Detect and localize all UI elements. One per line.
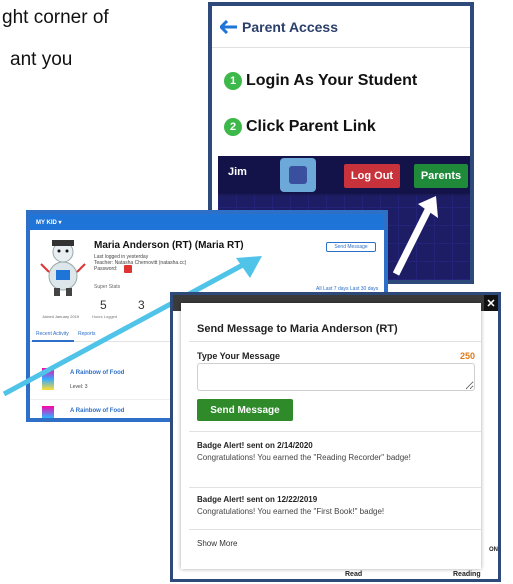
parent-access-header: Parent Access [212,6,470,48]
step-number-badge: 1 [224,72,242,90]
step-number-badge: 2 [224,118,242,136]
parents-button[interactable]: Parents [414,164,468,188]
message-body: Congratulations! You earned the "Reading… [197,453,411,462]
send-message-button[interactable]: Send Message [326,242,376,252]
step-login-as-student: 1 Login As Your Student [224,72,417,90]
divider [189,431,481,432]
close-icon[interactable]: ✕ [484,295,498,311]
page-title: Parent Access [242,18,338,35]
message-title: Badge Alert! sent on 12/22/2019 [197,495,318,504]
background-label: Reading [453,571,481,578]
message-body: Congratulations! You earned the "First B… [197,507,385,516]
student-avatar[interactable] [280,158,316,192]
send-message-modal: Send Message to Maria Anderson (RT) Type… [170,292,501,582]
student-name: Maria Anderson (RT) (Maria RT) [94,240,244,251]
pointer-arrow-icon [392,196,438,276]
document-text-line: ght corner of [2,7,109,28]
student-name: Jim [228,166,247,178]
book-title[interactable]: A Rainbow of Food [70,408,124,414]
background-label: Read [345,571,363,578]
divider [189,341,481,342]
send-message-button[interactable]: Send Message [197,399,293,421]
book-cover [42,406,54,418]
logout-button[interactable]: Log Out [344,164,400,188]
show-more-link[interactable]: Show More [197,539,237,548]
message-title: Badge Alert! sent on 2/14/2020 [197,441,313,450]
my-kid-menu[interactable]: MY KID ▾ [30,214,384,230]
back-arrow-icon[interactable] [220,19,238,34]
step-label: Click Parent Link [246,118,376,135]
divider [189,487,481,488]
step-label: Login As Your Student [246,72,418,89]
divider [189,529,481,530]
character-count: 250 [459,351,475,361]
document-text-line: ant you [10,49,73,70]
message-input[interactable] [197,363,475,391]
message-card: Send Message to Maria Anderson (RT) Type… [181,303,481,569]
message-field-label: Type Your Message [197,351,281,361]
message-history-item: Badge Alert! sent on 12/22/2019 Congratu… [197,495,473,517]
message-history-item: Badge Alert! sent on 2/14/2020 Congratul… [197,441,473,463]
background-label: ON [489,547,498,553]
step-click-parent-link: 2 Click Parent Link [224,118,376,136]
modal-title: Send Message to Maria Anderson (RT) [197,323,398,335]
